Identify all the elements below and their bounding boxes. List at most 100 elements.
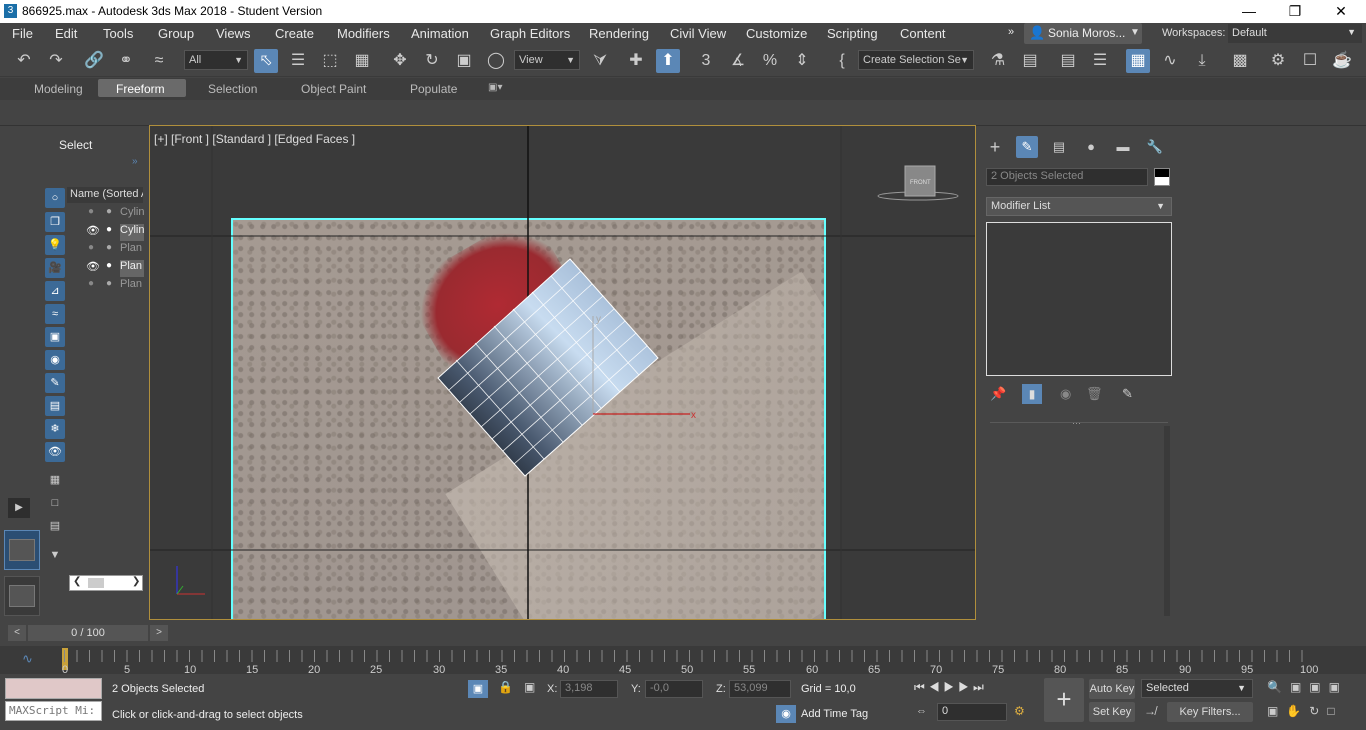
scroll-right-icon[interactable]: ❯	[132, 576, 140, 587]
display-space-warps-icon[interactable]: ≈	[45, 304, 65, 324]
undo-icon[interactable]: ↶	[12, 49, 36, 73]
configure-modifier-sets-icon[interactable]: ✎	[1122, 386, 1133, 402]
horizontal-scrollbar[interactable]: ❮ ❯	[69, 575, 143, 591]
menu-customize[interactable]: Customize	[746, 26, 807, 41]
scene-object-row[interactable]: Plan	[120, 242, 144, 259]
scene-object-row-selected[interactable]: Cylin	[120, 224, 144, 241]
render-production-icon[interactable]: ☕	[1330, 49, 1354, 73]
current-frame-field[interactable]: 0	[937, 703, 1007, 721]
scene-object-row[interactable]: Plan	[120, 278, 144, 295]
remove-modifier-icon[interactable]: 🗑	[1086, 386, 1103, 402]
layer-explorer-icon[interactable]: ▤	[1056, 49, 1080, 73]
minimize-icon[interactable]: —	[1226, 0, 1272, 23]
display-tab-icon[interactable]: ▬	[1112, 136, 1134, 158]
mirror-icon[interactable]: ⚗	[986, 49, 1010, 73]
go-to-start-icon[interactable]: ⏮	[914, 680, 929, 694]
key-filters-button[interactable]: Key Filters...	[1167, 702, 1253, 722]
previous-key-icon[interactable]: ◀	[929, 680, 944, 694]
display-xrefs-icon[interactable]: ◉	[45, 350, 65, 370]
menu-scripting[interactable]: Scripting	[827, 26, 878, 41]
curve-editor-mini-icon[interactable]: ∿	[22, 651, 33, 667]
render-toggle-icon[interactable]: ●	[106, 206, 112, 217]
ribbon-options-icon[interactable]: ▣▾	[488, 82, 502, 93]
select-by-name-icon[interactable]: ☰	[286, 49, 310, 73]
visibility-eye-icon[interactable]: 👁	[86, 224, 100, 237]
hierarchy-tab-icon[interactable]: ▤	[1048, 136, 1070, 158]
restore-icon[interactable]: ❐	[1272, 0, 1318, 23]
spinner-snap-icon[interactable]: ⇕	[790, 49, 814, 73]
viewport-layout-alt[interactable]	[4, 576, 40, 616]
object-name-field[interactable]: 2 Objects Selected	[986, 168, 1148, 186]
create-tab-icon[interactable]: +	[984, 136, 1006, 158]
unlink-icon[interactable]: ⚭	[114, 49, 138, 73]
motion-tab-icon[interactable]: ●	[1080, 136, 1102, 158]
visibility-eye-icon[interactable]: ●	[88, 278, 94, 289]
menu-animation[interactable]: Animation	[411, 26, 469, 41]
display-lights-icon[interactable]: 💡	[45, 235, 65, 255]
zoom-extents-all-icon[interactable]: ▣	[1329, 680, 1348, 694]
name-column-header[interactable]: Name (Sorted A	[67, 187, 143, 203]
display-particles-icon[interactable]: ❄	[45, 419, 65, 439]
reference-coordinate-dropdown[interactable]: View ▼	[514, 50, 580, 70]
menu-graph-editors[interactable]: Graph Editors	[490, 26, 570, 41]
snaps-toggle-icon[interactable]: 3	[694, 49, 718, 73]
set-key-big-icon[interactable]: +	[1044, 678, 1084, 722]
z-coordinate-field[interactable]: 53,099	[729, 680, 791, 698]
y-coordinate-field[interactable]: -0,0	[645, 680, 703, 698]
set-key-button[interactable]: Set Key	[1089, 702, 1135, 722]
collapse-icon[interactable]: »	[132, 156, 138, 167]
redo-icon[interactable]: ↷	[44, 49, 68, 73]
display-geometry-icon[interactable]: ❐	[45, 212, 65, 232]
menu-tools[interactable]: Tools	[103, 26, 133, 41]
absolute-mode-icon[interactable]: ▣	[524, 680, 535, 694]
edit-named-selection-icon[interactable]: {	[830, 49, 854, 73]
modifier-stack[interactable]	[986, 222, 1172, 376]
scroll-thumb[interactable]	[88, 578, 104, 588]
lock-selection-icon[interactable]: 🔒	[498, 680, 513, 694]
object-color-swatch[interactable]	[1154, 168, 1170, 186]
workspaces-dropdown[interactable]: Default ▼	[1228, 24, 1362, 43]
maximize-viewport-icon[interactable]: □	[1327, 704, 1342, 718]
move-icon[interactable]: ✥	[388, 49, 412, 73]
scene-object-row-selected[interactable]: Plan	[120, 260, 144, 277]
tab-modeling[interactable]: Modeling	[34, 82, 83, 96]
render-toggle-icon[interactable]: ●	[106, 260, 112, 271]
tab-freeform[interactable]: Freeform	[116, 82, 165, 96]
percent-snap-icon[interactable]: %	[758, 49, 782, 73]
show-end-result-icon[interactable]: ▮	[1022, 384, 1042, 404]
menu-create[interactable]: Create	[275, 26, 314, 41]
tab-selection[interactable]: Selection	[208, 82, 257, 96]
menu-file[interactable]: File	[12, 26, 33, 41]
menu-civil-view[interactable]: Civil View	[670, 26, 726, 41]
window-crossing-icon[interactable]: ▦	[350, 49, 374, 73]
scene-explorer-icon[interactable]: ▦	[1126, 49, 1150, 73]
display-none-toggle-icon[interactable]: □	[45, 493, 65, 513]
rendered-frame-window-icon[interactable]: ☐	[1298, 49, 1322, 73]
modify-tab-icon[interactable]: ✎	[1016, 136, 1038, 158]
curve-editor-icon[interactable]: ∿	[1158, 49, 1182, 73]
display-groups-icon[interactable]: ▣	[45, 327, 65, 347]
menu-edit[interactable]: Edit	[55, 26, 77, 41]
display-containers-icon[interactable]: ▤	[45, 396, 65, 416]
tab-object-paint[interactable]: Object Paint	[301, 82, 366, 96]
menu-modifiers[interactable]: Modifiers	[337, 26, 390, 41]
viewport-layout-active[interactable]	[4, 530, 40, 570]
scene-object-row[interactable]: Cylin	[120, 206, 144, 223]
time-tag-icon[interactable]: ◉	[776, 705, 796, 723]
field-of-view-icon[interactable]: ▣	[1267, 704, 1286, 718]
named-selection-dropdown[interactable]: Create Selection Se ▼	[858, 50, 974, 70]
dope-sheet-icon[interactable]: ⤓	[1190, 49, 1214, 73]
filter-icon[interactable]: ▼	[45, 545, 65, 565]
scale-icon[interactable]: ▣	[452, 49, 476, 73]
place-icon[interactable]: ◯	[484, 49, 508, 73]
selected-cylinder[interactable]	[437, 258, 659, 477]
display-none-icon[interactable]: ○	[45, 188, 65, 208]
visibility-eye-icon[interactable]: ●	[88, 242, 94, 253]
pan-icon[interactable]: ✋	[1286, 704, 1309, 718]
previous-frame-button[interactable]: <	[8, 625, 26, 641]
display-all-icon[interactable]: ▦	[45, 470, 65, 490]
select-manipulate-icon[interactable]: ✚	[624, 49, 648, 73]
front-viewport[interactable]: y x FRONT [+] [Front ] [Standard ] [Edge…	[149, 125, 976, 620]
tab-populate[interactable]: Populate	[410, 82, 457, 96]
render-toggle-icon[interactable]: ●	[106, 242, 112, 253]
